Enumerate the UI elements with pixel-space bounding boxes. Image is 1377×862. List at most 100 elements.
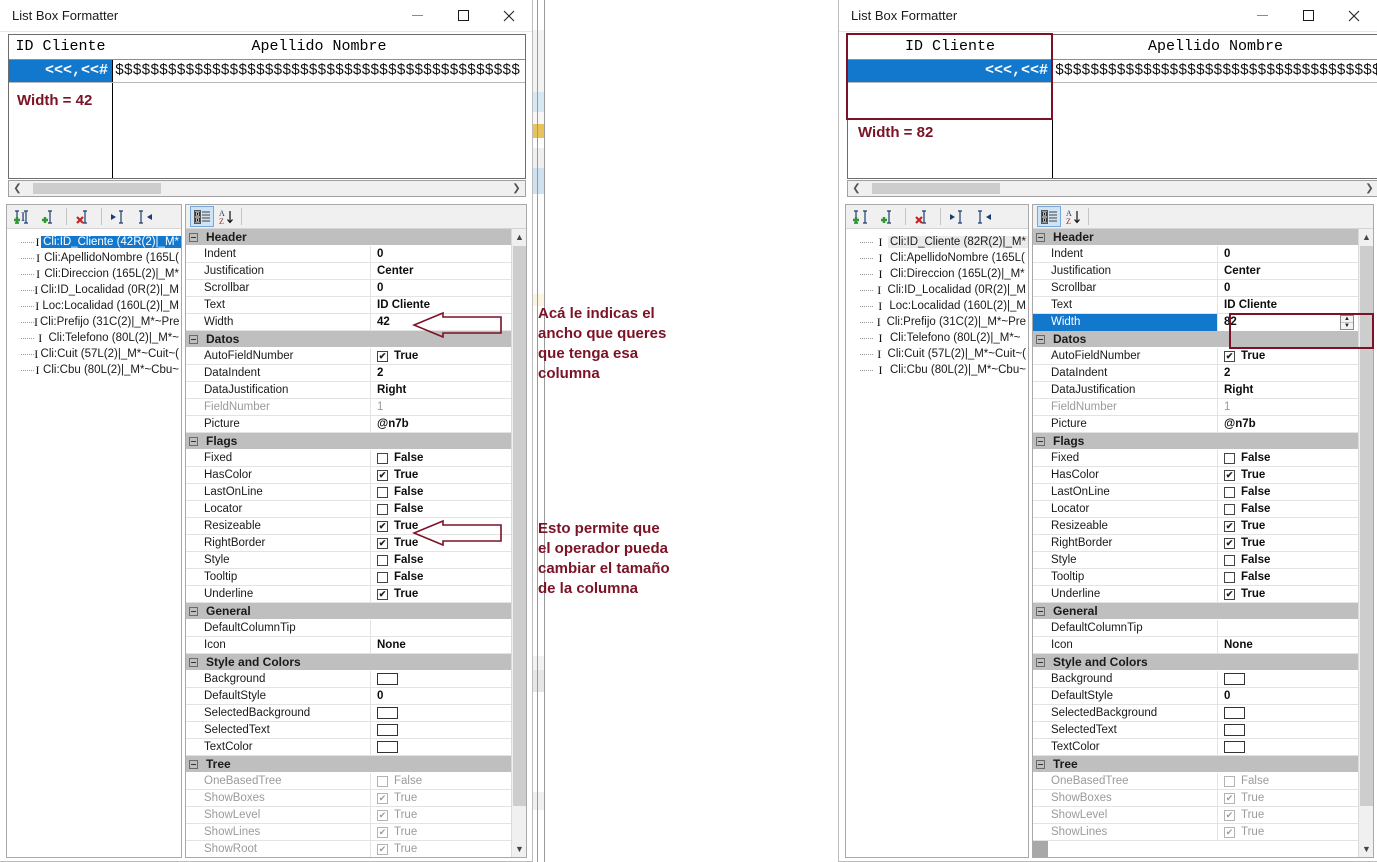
checkbox-unchecked-icon[interactable]: [1224, 503, 1235, 515]
property-row[interactable]: Background: [186, 670, 511, 688]
property-row[interactable]: Locator False: [186, 500, 511, 518]
property-value[interactable]: False: [371, 773, 511, 790]
property-value[interactable]: [371, 739, 511, 756]
property-value[interactable]: [1218, 722, 1358, 739]
scroll-left-icon[interactable]: ❮: [9, 181, 26, 196]
property-row[interactable]: DefaultStyle 0: [186, 687, 511, 705]
property-value[interactable]: Center: [371, 263, 511, 280]
scroll-right-icon[interactable]: ❯: [508, 181, 525, 196]
property-value[interactable]: None: [1218, 637, 1358, 654]
property-value[interactable]: False: [371, 484, 511, 501]
collapse-icon[interactable]: [1036, 657, 1045, 667]
scroll-left-icon-right[interactable]: ❮: [848, 181, 865, 196]
collapse-icon[interactable]: [189, 232, 198, 242]
property-row[interactable]: Indent 0: [186, 245, 511, 263]
tree-item-column[interactable]: I Cli:Direccion (165L(2)|_M*: [7, 266, 181, 282]
property-row[interactable]: RightBorder ✔ True: [1033, 534, 1358, 552]
property-value[interactable]: [1218, 671, 1358, 688]
property-value[interactable]: False: [1218, 569, 1358, 586]
checkbox-unchecked-icon[interactable]: [1224, 775, 1235, 787]
tree-item-column[interactable]: I Cli:Prefijo (31C(2)|_M*~Pre: [846, 314, 1028, 330]
collapse-icon[interactable]: [189, 759, 198, 769]
property-row[interactable]: DefaultColumnTip: [1033, 619, 1358, 637]
hscroll-track[interactable]: [26, 182, 508, 195]
property-row[interactable]: ShowLines ✔ True: [1033, 823, 1358, 841]
property-value[interactable]: 0: [1218, 280, 1358, 297]
property-value[interactable]: ✔ True: [371, 586, 511, 603]
collapse-icon[interactable]: [1036, 334, 1045, 344]
alphabetical-sort-icon[interactable]: A Z: [214, 206, 238, 227]
property-row[interactable]: DataJustification Right: [186, 381, 511, 399]
checkbox-unchecked-icon[interactable]: [1224, 554, 1235, 566]
property-grid-scrollbar-left[interactable]: ▲ ▼: [511, 229, 526, 857]
maximize-button[interactable]: [440, 0, 486, 31]
color-swatch[interactable]: [377, 673, 398, 685]
property-row[interactable]: AutoFieldNumber ✔ True: [1033, 347, 1358, 365]
property-row[interactable]: Style False: [1033, 551, 1358, 569]
tree-item-column[interactable]: I Loc:Localidad (160L(2)|_M: [846, 298, 1028, 314]
checkbox-checked-icon[interactable]: ✔: [377, 469, 388, 481]
property-value[interactable]: ✔ True: [1218, 467, 1358, 484]
property-row[interactable]: SelectedBackground: [186, 704, 511, 722]
checkbox-checked-icon[interactable]: ✔: [377, 537, 388, 549]
property-value[interactable]: [371, 722, 511, 739]
property-row[interactable]: ShowLevel ✔ True: [186, 806, 511, 824]
spinner-control[interactable]: ▲ ▼: [1340, 315, 1354, 330]
property-value[interactable]: [371, 620, 511, 637]
property-value[interactable]: False: [371, 501, 511, 518]
insert-column-right-icon-right[interactable]: [876, 206, 900, 227]
maximize-button-right[interactable]: [1285, 0, 1331, 31]
property-value[interactable]: 2: [371, 365, 511, 382]
property-value[interactable]: ✔ True: [371, 824, 511, 841]
property-category[interactable]: Style and Colors: [1033, 654, 1358, 671]
property-row[interactable]: LastOnLine False: [1033, 483, 1358, 501]
move-column-left-icon-right[interactable]: [946, 206, 970, 227]
property-category[interactable]: Header: [1033, 229, 1358, 246]
property-value[interactable]: False: [1218, 450, 1358, 467]
collapse-icon[interactable]: [189, 606, 198, 616]
property-value[interactable]: ✔ True: [371, 348, 511, 365]
hscroll-thumb-right[interactable]: [872, 183, 1000, 194]
property-row[interactable]: Scrollbar 0: [186, 279, 511, 297]
property-row[interactable]: SelectedText: [1033, 721, 1358, 739]
scroll-up-icon[interactable]: ▲: [512, 229, 526, 245]
checkbox-checked-icon[interactable]: ✔: [1224, 469, 1235, 481]
property-value[interactable]: @n7b: [371, 416, 511, 433]
column-tree-panel-right[interactable]: I Cli:ID_Cliente (82R(2)|_M* I Cli:Apellido…: [845, 204, 1029, 858]
insert-column-right-icon[interactable]: [37, 206, 61, 227]
header-cell-apellido-nombre[interactable]: Apellido Nombre: [113, 35, 525, 59]
property-value[interactable]: [1218, 705, 1358, 722]
property-row[interactable]: Width 82 ▲ ▼: [1033, 313, 1358, 331]
header-cell-id-cliente[interactable]: ID Cliente: [9, 35, 112, 59]
tree-item-column[interactable]: I Cli:Cuit (57L(2)|_M*~Cuit~(: [7, 346, 181, 362]
column-tree-right[interactable]: I Cli:ID_Cliente (82R(2)|_M* I Cli:Apellido…: [846, 229, 1028, 857]
property-value[interactable]: ✔ True: [371, 790, 511, 807]
tree-item-column[interactable]: I Cli:Prefijo (31C(2)|_M*~Pre: [7, 314, 181, 330]
property-row[interactable]: Style False: [186, 551, 511, 569]
property-category[interactable]: Header: [186, 229, 511, 246]
color-swatch[interactable]: [377, 724, 398, 736]
property-value[interactable]: 0: [371, 246, 511, 263]
property-row[interactable]: Justification Center: [1033, 262, 1358, 280]
property-value[interactable]: None: [371, 637, 511, 654]
property-row[interactable]: DefaultColumnTip: [186, 619, 511, 637]
checkbox-checked-icon[interactable]: ✔: [1224, 350, 1235, 362]
delete-column-icon[interactable]: [72, 206, 96, 227]
collapse-icon[interactable]: [189, 334, 198, 344]
property-row[interactable]: Fixed False: [1033, 449, 1358, 467]
property-row[interactable]: Resizeable ✔ True: [1033, 517, 1358, 535]
vscroll-thumb[interactable]: [513, 246, 526, 806]
property-value[interactable]: 0: [371, 280, 511, 297]
close-button[interactable]: [486, 0, 532, 31]
property-category[interactable]: Tree: [1033, 756, 1358, 773]
checkbox-checked-icon[interactable]: ✔: [377, 826, 388, 838]
list-box-formatter-window-right[interactable]: List Box Formatter ID Cliente Apellido N…: [838, 0, 1377, 862]
property-value[interactable]: [1218, 739, 1358, 756]
property-row[interactable]: ShowRoot ✔ True: [186, 840, 511, 857]
property-row[interactable]: Locator False: [1033, 500, 1358, 518]
property-value[interactable]: False: [371, 569, 511, 586]
tree-item-column[interactable]: I Cli:Cbu (80L(2)|_M*~Cbu~: [7, 362, 181, 378]
property-row[interactable]: Underline ✔ True: [1033, 585, 1358, 603]
property-row[interactable]: Fixed False: [186, 449, 511, 467]
listbox-hscrollbar-left[interactable]: ❮ ❯: [8, 180, 526, 197]
